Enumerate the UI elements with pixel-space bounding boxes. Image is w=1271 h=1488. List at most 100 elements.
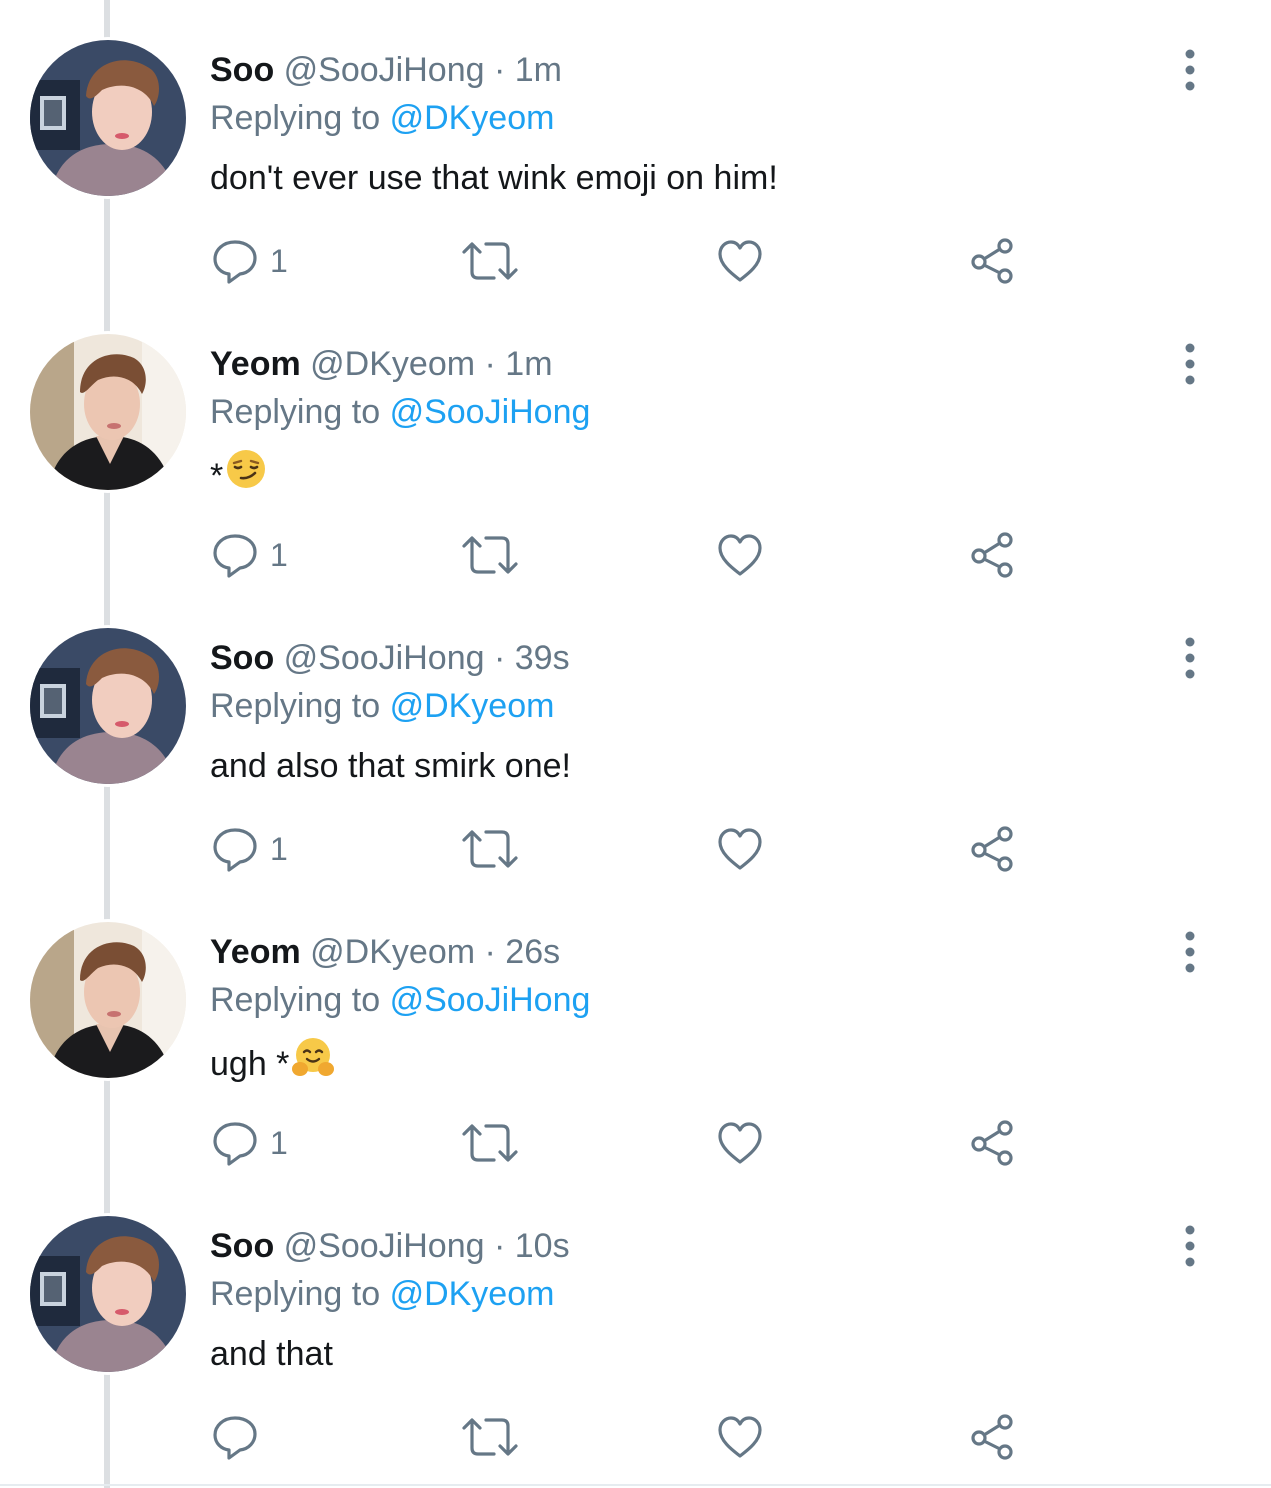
reply-button[interactable]: 1 [210,822,288,876]
tweet[interactable]: Soo @SooJiHong · 1m Replying to @DKyeom … [0,0,1271,294]
avatar[interactable] [30,40,186,196]
tweet-header: Yeom @DKyeom · 1m [210,342,553,386]
like-button[interactable] [715,234,765,288]
tweet-actions: 1 [210,234,1030,288]
timestamp[interactable]: · 1m [485,345,553,383]
reply-count: 1 [270,537,288,573]
share-button[interactable] [967,234,1017,288]
tweet[interactable]: Yeom @DKyeom · 1m Replying to @SooJiHong… [0,294,1271,588]
reply-count: 1 [270,1125,288,1161]
share-icon[interactable] [967,1412,1017,1462]
reply-button[interactable]: 1 [210,234,288,288]
mention-link[interactable]: @DKyeom [390,687,555,725]
mention-link[interactable]: @SooJiHong [390,393,591,431]
like-icon[interactable] [715,530,765,580]
retweet-icon[interactable] [460,530,520,580]
tweet-text: don't ever use that wink emoji on him! [210,154,778,202]
like-icon[interactable] [715,1118,765,1168]
replying-to-label: Replying to [210,1275,381,1313]
share-button[interactable] [967,1410,1017,1464]
like-icon[interactable] [715,236,765,286]
display-name[interactable]: Soo [210,639,274,677]
replying-to: Replying to @DKyeom [210,1272,554,1316]
share-icon[interactable] [967,1118,1017,1168]
replying-to-label: Replying to [210,687,381,725]
more-options-icon[interactable] [1170,342,1210,386]
reply-icon[interactable] [210,530,260,580]
tweet-header: Soo @SooJiHong · 10s [210,1224,570,1268]
reply-icon[interactable] [210,1118,260,1168]
retweet-icon[interactable] [460,1412,520,1462]
more-options-icon[interactable] [1170,48,1210,92]
display-name[interactable]: Soo [210,51,274,89]
like-icon[interactable] [715,824,765,874]
reply-count: 1 [270,831,288,867]
user-handle[interactable]: @SooJiHong [284,1227,485,1265]
reply-button[interactable] [210,1410,270,1464]
tweet[interactable]: Yeom @DKyeom · 26s Replying to @SooJiHon… [0,882,1271,1176]
replying-to: Replying to @SooJiHong [210,978,590,1022]
timestamp[interactable]: · 1m [494,51,562,89]
more-options-icon[interactable] [1170,930,1210,974]
retweet-icon[interactable] [460,236,520,286]
user-handle[interactable]: @DKyeom [310,345,475,383]
tweet-actions: 1 [210,528,1030,582]
retweet-button[interactable] [460,234,520,288]
mention-link[interactable]: @DKyeom [390,99,555,137]
replying-to: Replying to @SooJiHong [210,390,590,434]
retweet-icon[interactable] [460,824,520,874]
reply-icon[interactable] [210,1412,260,1462]
display-name[interactable]: Yeom [210,345,301,383]
mention-link[interactable]: @SooJiHong [390,981,591,1019]
retweet-button[interactable] [460,1116,520,1170]
reply-icon[interactable] [210,824,260,874]
user-handle[interactable]: @SooJiHong [284,639,485,677]
share-button[interactable] [967,1116,1017,1170]
tweet-actions: 1 [210,822,1030,876]
tweet-text-content: don't ever use that wink emoji on him! [210,159,778,197]
share-button[interactable] [967,528,1017,582]
avatar[interactable] [30,334,186,490]
timestamp[interactable]: · 10s [494,1227,570,1265]
tweet-header: Soo @SooJiHong · 1m [210,48,562,92]
more-options-icon[interactable] [1170,636,1210,680]
avatar[interactable] [30,922,186,1078]
timestamp[interactable]: · 39s [494,639,570,677]
tweet-text: and that [210,1330,333,1378]
like-icon[interactable] [715,1412,765,1462]
share-button[interactable] [967,822,1017,876]
mention-link[interactable]: @DKyeom [390,1275,555,1313]
retweet-button[interactable] [460,1410,520,1464]
like-button[interactable] [715,1116,765,1170]
tweet-actions [210,1410,1030,1464]
smirking-face-emoji [225,448,267,503]
avatar[interactable] [30,1216,186,1372]
replying-to-label: Replying to [210,99,381,137]
reply-icon[interactable] [210,236,260,286]
tweet-actions: 1 [210,1116,1030,1170]
like-button[interactable] [715,1410,765,1464]
user-handle[interactable]: @SooJiHong [284,51,485,89]
avatar[interactable] [30,628,186,784]
reply-button[interactable]: 1 [210,528,288,582]
user-handle[interactable]: @DKyeom [310,933,475,971]
retweet-icon[interactable] [460,1118,520,1168]
retweet-button[interactable] [460,822,520,876]
retweet-button[interactable] [460,528,520,582]
share-icon[interactable] [967,824,1017,874]
display-name[interactable]: Soo [210,1227,274,1265]
reply-count: 1 [270,243,288,279]
display-name[interactable]: Yeom [210,933,301,971]
like-button[interactable] [715,528,765,582]
tweet-header: Yeom @DKyeom · 26s [210,930,560,974]
hugging-face-emoji [291,1036,335,1091]
more-options-icon[interactable] [1170,1224,1210,1268]
reply-button[interactable]: 1 [210,1116,288,1170]
share-icon[interactable] [967,530,1017,580]
tweet[interactable]: Soo @SooJiHong · 39s Replying to @DKyeom… [0,588,1271,882]
timestamp[interactable]: · 26s [485,933,561,971]
share-icon[interactable] [967,236,1017,286]
tweet[interactable]: Soo @SooJiHong · 10s Replying to @DKyeom… [0,1176,1271,1470]
tweet-text: and also that smirk one! [210,742,571,790]
like-button[interactable] [715,822,765,876]
